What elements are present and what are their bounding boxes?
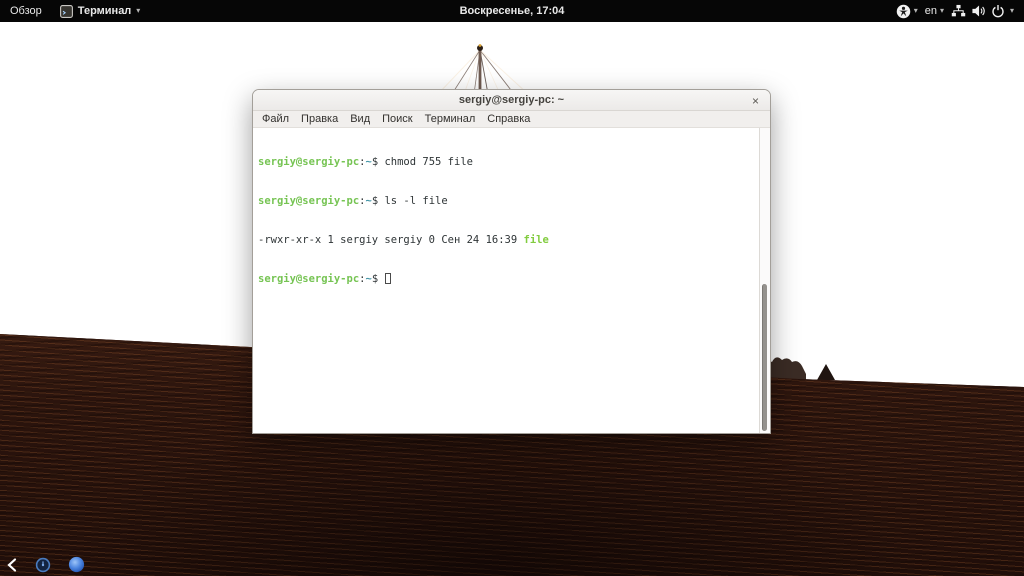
- chevron-left-icon[interactable]: [6, 557, 18, 573]
- terminal-window: sergiy@sergiy-pc: ~ × Файл Правка Вид По…: [252, 89, 771, 434]
- prompt-user-host: sergiy@sergiy-pc: [258, 156, 360, 168]
- chevron-down-icon: ▾: [939, 6, 944, 15]
- scrollbar[interactable]: [759, 128, 770, 433]
- window-title: sergiy@sergiy-pc: ~: [458, 94, 565, 106]
- player-overlay-controls: [6, 556, 85, 573]
- ls-output: -rwxr-xr-x 1 sergiy sergiy 0 Сен 24 16:3…: [258, 234, 524, 246]
- accessibility-menu[interactable]: ▾: [896, 0, 918, 22]
- app-menu-label: Терминал: [77, 5, 132, 17]
- menu-file[interactable]: Файл: [256, 113, 295, 125]
- menubar: Файл Правка Вид Поиск Терминал Справка: [253, 111, 770, 128]
- menu-search[interactable]: Поиск: [376, 113, 418, 125]
- terminal-content[interactable]: sergiy@sergiy-pc:~$ chmod 755 file sergi…: [253, 128, 770, 433]
- prompt-user-host: sergiy@sergiy-pc: [258, 273, 360, 285]
- prompt-user-host: sergiy@sergiy-pc: [258, 195, 360, 207]
- command-text: ls -l file: [384, 195, 448, 207]
- volume-icon: [972, 5, 985, 17]
- prompt-symbol: $: [371, 273, 385, 285]
- close-button[interactable]: ×: [748, 93, 763, 108]
- terminal-cursor: [385, 273, 392, 284]
- terminal-line: sergiy@sergiy-pc:~$ chmod 755 file: [258, 156, 756, 169]
- executable-filename: file: [523, 234, 549, 246]
- chevron-down-icon: ▾: [136, 6, 141, 15]
- boat-mast: [437, 44, 529, 94]
- clock-label[interactable]: Воскресенье, 17:04: [0, 0, 1024, 22]
- terminal-line: sergiy@sergiy-pc:~$: [258, 273, 756, 286]
- gnome-top-bar: Обзор Терминал ▾ Воскресенье, 17:04 ▾ en…: [0, 0, 1024, 22]
- chevron-down-icon: ▾: [913, 6, 918, 15]
- command-text: chmod 755 file: [384, 156, 473, 168]
- terminal-icon: [59, 4, 73, 18]
- language-indicator: en: [924, 5, 937, 17]
- prompt-symbol: $: [371, 195, 385, 207]
- menu-edit[interactable]: Правка: [295, 113, 344, 125]
- menu-terminal[interactable]: Терминал: [419, 113, 482, 125]
- system-menu[interactable]: ▾: [951, 0, 1014, 22]
- accessibility-icon: [896, 4, 910, 18]
- menu-help[interactable]: Справка: [481, 113, 536, 125]
- network-wired-icon: [951, 4, 966, 17]
- blue-sphere-icon[interactable]: [68, 556, 85, 573]
- scrollbar-thumb[interactable]: [762, 283, 767, 431]
- app-menu-terminal[interactable]: Терминал ▾: [52, 0, 149, 22]
- power-icon: [992, 5, 1004, 18]
- prompt-symbol: $: [371, 156, 385, 168]
- activities-label: Обзор: [10, 5, 42, 17]
- terminal-line: -rwxr-xr-x 1 sergiy sergiy 0 Сен 24 16:3…: [258, 234, 756, 247]
- chevron-down-icon: ▾: [1009, 6, 1014, 15]
- terminal-line: sergiy@sergiy-pc:~$ ls -l file: [258, 195, 756, 208]
- dial-icon[interactable]: [35, 557, 51, 573]
- activities-button[interactable]: Обзор: [0, 0, 52, 22]
- clock-text: Воскресенье, 17:04: [459, 5, 565, 17]
- window-titlebar[interactable]: sergiy@sergiy-pc: ~ ×: [253, 90, 770, 111]
- keyboard-layout-menu[interactable]: en ▾: [925, 0, 944, 22]
- menu-view[interactable]: Вид: [344, 113, 376, 125]
